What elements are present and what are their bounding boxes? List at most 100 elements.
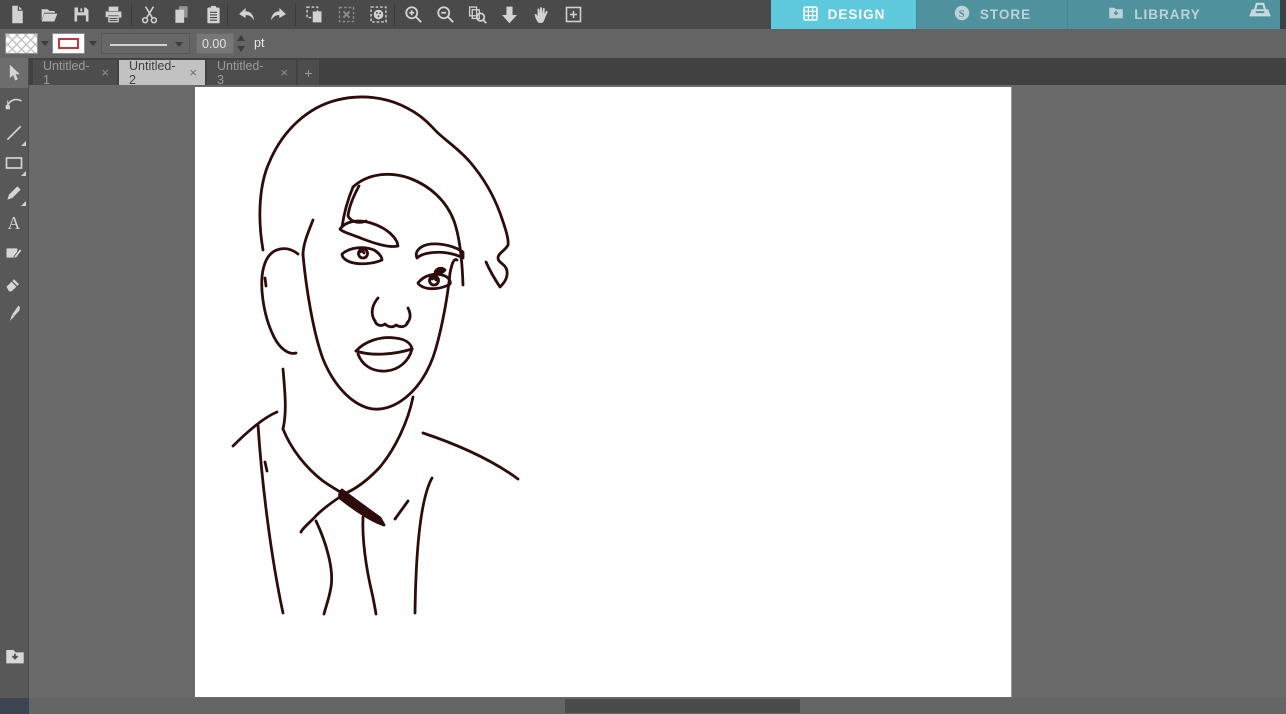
- line-tool-icon: [6, 125, 22, 141]
- artwork-pupil-left-glint: [358, 249, 366, 255]
- tool-text[interactable]: A: [0, 208, 28, 238]
- undo-button[interactable]: [231, 2, 261, 28]
- library-download-button[interactable]: [2, 647, 27, 670]
- document-tab-untitled-3[interactable]: Untitled-3 ×: [207, 58, 296, 87]
- zoom-in-button[interactable]: [398, 2, 428, 28]
- cut-icon: [141, 6, 157, 24]
- cut-button[interactable]: [134, 2, 164, 28]
- print-button[interactable]: [98, 2, 128, 28]
- knife-tool-icon: [9, 305, 20, 321]
- stepper-down-arrow[interactable]: [237, 46, 245, 52]
- flyout-indicator: [21, 141, 26, 146]
- application-window: DESIGN S STORE LIBRARY pt: [0, 0, 1286, 714]
- copy-icon: [174, 6, 188, 23]
- rectangle-tool-icon: [5, 157, 23, 169]
- tool-eraser[interactable]: [0, 268, 28, 298]
- close-tab-icon[interactable]: ×: [189, 66, 197, 79]
- save-button[interactable]: [66, 2, 96, 28]
- fill-color-swatch[interactable]: [5, 33, 38, 54]
- horizontal-scrollbar[interactable]: [0, 698, 1286, 714]
- stroke-width-stepper[interactable]: [237, 34, 247, 53]
- tab-library[interactable]: LIBRARY: [1067, 0, 1240, 29]
- artwork-ear-dash: [263, 276, 268, 288]
- flyout-indicator: [21, 201, 26, 206]
- tool-draw-rectangle[interactable]: [0, 148, 28, 178]
- line-style-dropdown-arrow: [175, 42, 183, 47]
- text-tool-icon: A: [8, 213, 21, 233]
- delete-selection-icon: [338, 6, 354, 23]
- open-file-button[interactable]: [34, 2, 64, 28]
- new-document-button[interactable]: [2, 2, 32, 28]
- artwork-shoulder-right: [421, 431, 520, 481]
- tool-draw-line[interactable]: [0, 118, 28, 148]
- paste-in-front-button[interactable]: [299, 2, 329, 28]
- tool-edit-points[interactable]: [0, 88, 28, 118]
- artwork-hairline-left: [301, 218, 315, 257]
- document-page[interactable]: [195, 87, 1012, 697]
- zoom-drawing-button[interactable]: [494, 2, 524, 28]
- tab-store[interactable]: S STORE: [916, 0, 1067, 29]
- artwork-tie-right-edge: [361, 515, 378, 616]
- tab-design-label: DESIGN: [827, 7, 886, 22]
- open-file-icon: [41, 9, 57, 22]
- tool-notes[interactable]: [0, 238, 28, 268]
- stepper-up-arrow[interactable]: [237, 35, 245, 41]
- line-color-swatch[interactable]: [52, 33, 85, 54]
- canvas-workspace[interactable]: [29, 85, 1286, 698]
- zoom-out-icon: [436, 6, 454, 23]
- zoom-out-button[interactable]: [430, 2, 460, 28]
- artwork-hair-outline: [258, 95, 510, 289]
- line-style-preview: [110, 44, 167, 46]
- paste-button[interactable]: [198, 2, 228, 28]
- window-edge: [1280, 0, 1286, 29]
- paste-special-button[interactable]: [363, 2, 393, 28]
- copy-button[interactable]: [166, 2, 196, 28]
- artwork-nose-bridge: [370, 296, 380, 323]
- undo-icon: [238, 7, 254, 21]
- options-bar: pt: [0, 29, 1286, 58]
- zoom-drawing-icon: [501, 6, 517, 24]
- send-to-machine-button[interactable]: [1240, 0, 1280, 29]
- line-style-dropdown[interactable]: [101, 33, 190, 54]
- workspace-tab-strip: DESIGN S STORE LIBRARY: [771, 0, 1286, 29]
- redo-button[interactable]: [263, 2, 293, 28]
- save-icon: [74, 7, 88, 22]
- line-art-portrait[interactable]: [195, 87, 1011, 697]
- tab-design[interactable]: DESIGN: [771, 0, 916, 29]
- main-toolbar: [0, 0, 771, 29]
- fill-color-dropdown-arrow[interactable]: [41, 41, 49, 46]
- artwork-brow-left: [338, 219, 400, 248]
- new-document-tab-button[interactable]: +: [298, 60, 319, 85]
- horizontal-scrollbar-thumb[interactable]: [565, 699, 800, 713]
- artwork-lid-dash-right: [433, 266, 447, 275]
- tool-freehand[interactable]: [0, 178, 28, 208]
- delete-selection-button[interactable]: [331, 2, 361, 28]
- document-tab-label: Untitled-1: [43, 58, 90, 87]
- close-tab-icon[interactable]: ×: [280, 66, 288, 79]
- tab-library-label: LIBRARY: [1134, 7, 1201, 22]
- stroke-width-unit: pt: [254, 36, 265, 50]
- stroke-width-input[interactable]: [196, 33, 234, 54]
- zoom-selection-button[interactable]: [462, 2, 492, 28]
- new-document-icon: [11, 5, 23, 24]
- paste-icon: [206, 5, 220, 24]
- tool-knife[interactable]: [0, 298, 28, 328]
- library-folder-icon-wrap: [1107, 4, 1125, 25]
- artwork-collar-dash-left: [263, 460, 269, 473]
- document-tab-label: Untitled-3: [217, 58, 264, 87]
- artwork-pupil-right-glint: [430, 276, 438, 282]
- fit-to-page-button[interactable]: [558, 2, 588, 28]
- print-icon: [105, 6, 121, 23]
- toolbar-separator: [295, 3, 296, 26]
- cutter-machine-icon-wrap: [1247, 0, 1273, 30]
- close-tab-icon[interactable]: ×: [101, 66, 109, 79]
- line-color-dropdown-arrow[interactable]: [89, 41, 97, 46]
- artwork-mouth-top: [354, 336, 414, 353]
- document-tab-untitled-1[interactable]: Untitled-1 ×: [33, 58, 117, 87]
- fit-to-page-icon: [565, 6, 581, 23]
- svg-text:A: A: [8, 213, 21, 233]
- pan-button[interactable]: [526, 2, 556, 28]
- tool-select[interactable]: [0, 58, 28, 88]
- artwork-nose-nostrils: [373, 319, 410, 329]
- document-tab-untitled-2[interactable]: Untitled-2 ×: [119, 59, 205, 87]
